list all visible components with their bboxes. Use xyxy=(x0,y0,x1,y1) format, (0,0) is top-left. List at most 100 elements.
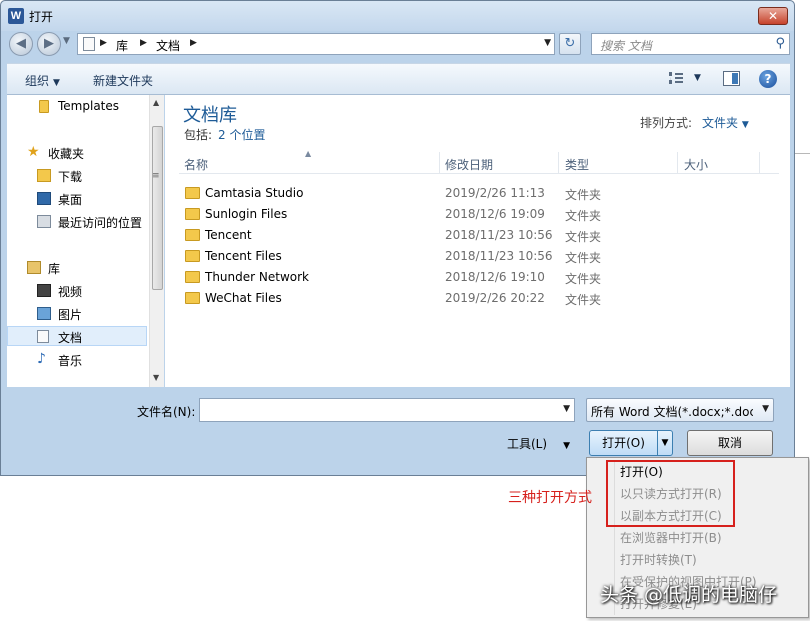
arrange-by: 排列方式: 文件夹 ▼ xyxy=(640,114,749,131)
sidebar-item-favorites[interactable]: ★ 收藏夹 xyxy=(7,143,147,163)
file-name: Sunlogin Files xyxy=(205,207,288,221)
breadcrumb-arrow-icon[interactable]: ▶ xyxy=(100,38,107,48)
breadcrumb-documents[interactable]: 文档 xyxy=(156,37,180,54)
title-bar[interactable]: W 打开 ✕ xyxy=(1,1,794,31)
sidebar-item-videos[interactable]: 视频 xyxy=(7,281,147,301)
sidebar-item-desktop[interactable]: 桌面 xyxy=(7,189,147,209)
file-list-pane: 文档库 包括: 2 个位置 排列方式: 文件夹 ▼ ▲ 名称 修改日期 类型 大小 … xyxy=(165,95,790,387)
search-icon[interactable]: ⚲ xyxy=(775,36,785,51)
sidebar-item-label: 音乐 xyxy=(58,354,83,368)
watermark: 头条 @低调的电脑仔 xyxy=(600,584,778,606)
sidebar-item-label: 库 xyxy=(48,262,61,276)
open-file-dialog: W 打开 ✕ ◀ ▶ ▼ ▶ 库 ▶ 文档 ▶ ▼ ↻ 搜索 文档 ⚲ 组织 ▼… xyxy=(0,0,795,476)
sidebar-item-pictures[interactable]: 图片 xyxy=(7,304,147,324)
word-app-icon: W xyxy=(8,8,24,24)
recent-pages-dropdown-icon[interactable]: ▼ xyxy=(63,36,70,46)
back-button[interactable]: ◀ xyxy=(9,32,33,56)
close-button[interactable]: ✕ xyxy=(758,7,788,25)
open-button[interactable]: 打开(O) xyxy=(589,430,658,456)
table-row[interactable]: WeChat Files 2019/2/26 20:22 文件夹 xyxy=(179,288,779,309)
view-dropdown-icon[interactable]: ▼ xyxy=(694,73,701,83)
command-bar: 组织 ▼ 新建文件夹 ▼ ? xyxy=(7,63,790,95)
table-row[interactable]: Camtasia Studio 2019/2/26 11:13 文件夹 xyxy=(179,183,779,204)
file-name: Camtasia Studio xyxy=(205,186,304,200)
table-row[interactable]: Tencent 2018/11/23 10:56 文件夹 xyxy=(179,225,779,246)
library-locations-link[interactable]: 2 个位置 xyxy=(218,128,265,142)
folder-icon xyxy=(39,100,49,113)
column-divider[interactable] xyxy=(759,152,760,174)
file-type: 文件夹 xyxy=(565,230,602,244)
navigation-scrollbar[interactable]: ▲ ≡ ▼ xyxy=(149,95,164,387)
help-icon[interactable]: ? xyxy=(759,70,777,88)
view-options-icon[interactable] xyxy=(669,72,683,84)
new-folder-button[interactable]: 新建文件夹 xyxy=(93,72,153,89)
column-divider[interactable] xyxy=(558,152,559,174)
scroll-down-icon[interactable]: ▼ xyxy=(153,373,159,382)
sidebar-item-libraries[interactable]: 库 xyxy=(7,258,147,278)
video-library-icon xyxy=(37,284,51,297)
table-row[interactable]: Thunder Network 2018/12/6 19:10 文件夹 xyxy=(179,267,779,288)
search-placeholder: 搜索 文档 xyxy=(600,39,652,53)
column-header-date[interactable]: 修改日期 xyxy=(445,156,493,173)
search-input[interactable]: 搜索 文档 ⚲ xyxy=(591,33,790,55)
filename-dropdown-icon[interactable]: ▼ xyxy=(563,404,570,414)
column-divider[interactable] xyxy=(439,152,440,174)
open-options-dropdown-icon[interactable]: ▼ xyxy=(657,430,673,456)
screenshot-root: W 打开 ✕ ◀ ▶ ▼ ▶ 库 ▶ 文档 ▶ ▼ ↻ 搜索 文档 ⚲ 组织 ▼… xyxy=(0,0,810,621)
sidebar-item-recent-places[interactable]: 最近访问的位置 xyxy=(7,212,147,232)
location-icon xyxy=(83,37,95,51)
chevron-down-icon: ▼ xyxy=(563,441,570,451)
sidebar-item-label: Templates xyxy=(58,99,120,113)
file-type: 文件夹 xyxy=(565,188,602,202)
column-header-type[interactable]: 类型 xyxy=(565,156,589,173)
scroll-up-icon[interactable]: ▲ xyxy=(153,98,159,107)
scroll-thumb[interactable] xyxy=(152,126,163,290)
refresh-button[interactable]: ↻ xyxy=(559,33,581,55)
menu-item-open-with-transform[interactable]: 打开时转换(T) xyxy=(620,551,697,568)
folder-icon xyxy=(185,208,200,220)
includes-label: 包括: xyxy=(184,128,213,142)
file-name: Thunder Network xyxy=(205,270,309,284)
preview-pane-icon[interactable] xyxy=(723,71,740,86)
table-row[interactable]: Sunlogin Files 2018/12/6 19:09 文件夹 xyxy=(179,204,779,225)
modified-date: 2018/11/23 10:56 xyxy=(445,228,553,242)
table-row[interactable]: Tencent Files 2018/11/23 10:56 文件夹 xyxy=(179,246,779,267)
organize-button[interactable]: 组织 ▼ xyxy=(25,72,60,89)
file-type: 文件夹 xyxy=(565,293,602,307)
arrange-by-dropdown[interactable]: 文件夹 ▼ xyxy=(702,116,749,130)
sidebar-item-downloads[interactable]: 下载 xyxy=(7,166,147,186)
column-divider[interactable] xyxy=(677,152,678,174)
recent-places-icon xyxy=(37,215,51,228)
annotation-label: 三种打开方式 xyxy=(508,490,592,506)
file-name: Tencent xyxy=(205,228,252,242)
sidebar-item-music[interactable]: ♪ 音乐 xyxy=(7,350,147,370)
filename-input[interactable]: ▼ xyxy=(199,398,575,422)
sidebar-item-label: 视频 xyxy=(58,285,83,299)
tools-label: 工具(L) xyxy=(507,437,548,451)
cancel-button[interactable]: 取消 xyxy=(687,430,773,456)
sidebar-item-documents[interactable]: 文档 xyxy=(7,326,147,346)
breadcrumb-arrow-icon[interactable]: ▶ xyxy=(190,38,197,48)
address-row: ◀ ▶ ▼ ▶ 库 ▶ 文档 ▶ ▼ ↻ 搜索 文档 ⚲ xyxy=(7,31,790,57)
column-header-name[interactable]: 名称 xyxy=(184,156,208,173)
chevron-down-icon: ▼ xyxy=(53,78,60,88)
sidebar-item-templates[interactable]: Templates xyxy=(7,97,147,117)
address-dropdown-icon[interactable]: ▼ xyxy=(544,38,551,48)
modified-date: 2018/11/23 10:56 xyxy=(445,249,553,263)
breadcrumb-library[interactable]: 库 xyxy=(116,37,128,54)
file-type: 文件夹 xyxy=(565,251,602,265)
chevron-down-icon[interactable]: ▼ xyxy=(762,404,769,414)
file-type-filter-select[interactable]: 所有 Word 文档(*.docx;*.docm ▼ xyxy=(586,398,774,422)
arrange-label: 排列方式: xyxy=(640,116,693,130)
sidebar-item-label: 图片 xyxy=(58,308,83,322)
column-headers: ▲ 名称 修改日期 类型 大小 xyxy=(179,149,779,174)
breadcrumb-arrow-icon[interactable]: ▶ xyxy=(140,38,147,48)
file-name: Tencent Files xyxy=(205,249,282,263)
window-title: 打开 xyxy=(29,10,54,24)
address-bar[interactable]: ▶ 库 ▶ 文档 ▶ ▼ xyxy=(77,33,555,55)
tools-menu-button[interactable]: 工具(L) ▼ xyxy=(507,435,570,452)
column-header-size[interactable]: 大小 xyxy=(684,156,708,173)
sidebar-item-label: 收藏夹 xyxy=(48,147,85,161)
forward-button[interactable]: ▶ xyxy=(37,32,61,56)
menu-item-open-in-browser[interactable]: 在浏览器中打开(B) xyxy=(620,529,722,546)
